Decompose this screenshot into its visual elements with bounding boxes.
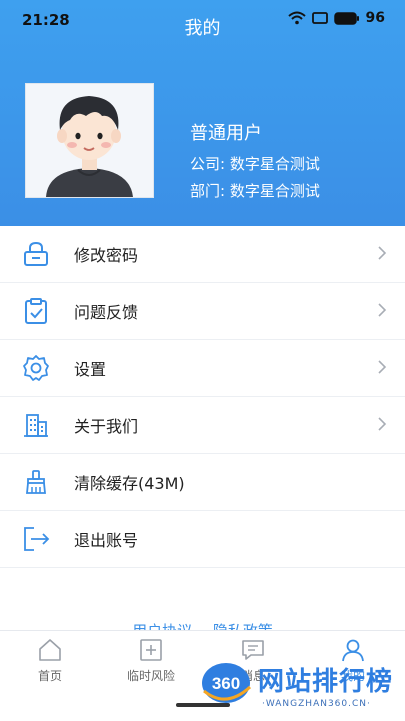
- watermark-logo: 360: [202, 663, 252, 703]
- menu-item-feedback[interactable]: 问题反馈: [0, 283, 405, 340]
- menu-item-clear-cache[interactable]: 清除缓存(43M): [0, 454, 405, 511]
- avatar[interactable]: [25, 83, 154, 198]
- menu-item-label: 问题反馈: [74, 303, 139, 322]
- menu-item-change-password[interactable]: 修改密码: [0, 226, 405, 283]
- menu-item-logout[interactable]: 退出账号: [0, 511, 405, 568]
- gear-icon: [21, 353, 51, 383]
- logout-icon: [21, 524, 51, 554]
- watermark-title: 网站排行榜: [258, 667, 394, 697]
- page-title: 我的: [184, 18, 221, 39]
- profile-header: 21:28 96 我的 普通用户 公司: 数字星合测试 部门: 数字星合测试: [0, 0, 405, 226]
- clipboard-check-icon: [21, 296, 51, 326]
- building-icon: [21, 410, 51, 440]
- avatar-illustration: [26, 84, 153, 197]
- watermark-logo-text: 360: [212, 674, 240, 693]
- user-department: 部门: 数字星合测试: [190, 182, 320, 200]
- user-info: 普通用户 公司: 数字星合测试 部门: 数字星合测试: [190, 119, 320, 207]
- user-company: 公司: 数字星合测试: [190, 155, 320, 173]
- tab-home[interactable]: 首页: [10, 637, 90, 684]
- home-icon: [39, 639, 61, 661]
- lock-icon: [21, 239, 51, 269]
- chevron-right-icon: [378, 417, 387, 431]
- chevron-right-icon: [378, 303, 387, 317]
- menu-item-settings[interactable]: 设置: [0, 340, 405, 397]
- menu-item-label: 退出账号: [74, 531, 139, 550]
- menu-item-label: 修改密码: [74, 246, 139, 265]
- tab-label: 临时风险: [126, 669, 175, 683]
- tab-label: 首页: [37, 669, 62, 683]
- menu-item-label: 关于我们: [74, 417, 139, 436]
- menu-item-about-us[interactable]: 关于我们: [0, 397, 405, 454]
- plus-square-icon: [140, 639, 162, 661]
- menu-item-label: 清除缓存(43M): [74, 474, 185, 493]
- chevron-right-icon: [378, 246, 387, 260]
- user-name: 普通用户: [190, 123, 262, 144]
- watermark-subtitle: ·WANGZHAN360.CN·: [262, 699, 371, 709]
- chevron-right-icon: [378, 360, 387, 374]
- home-indicator: [176, 703, 230, 707]
- menu-item-label: 设置: [74, 360, 107, 379]
- tab-temporary-risk[interactable]: 临时风险: [111, 637, 191, 684]
- settings-menu: 修改密码 问题反馈 设置 关于我们 清除缓存(43M) 退出账号: [0, 226, 405, 568]
- broom-icon: [21, 467, 51, 497]
